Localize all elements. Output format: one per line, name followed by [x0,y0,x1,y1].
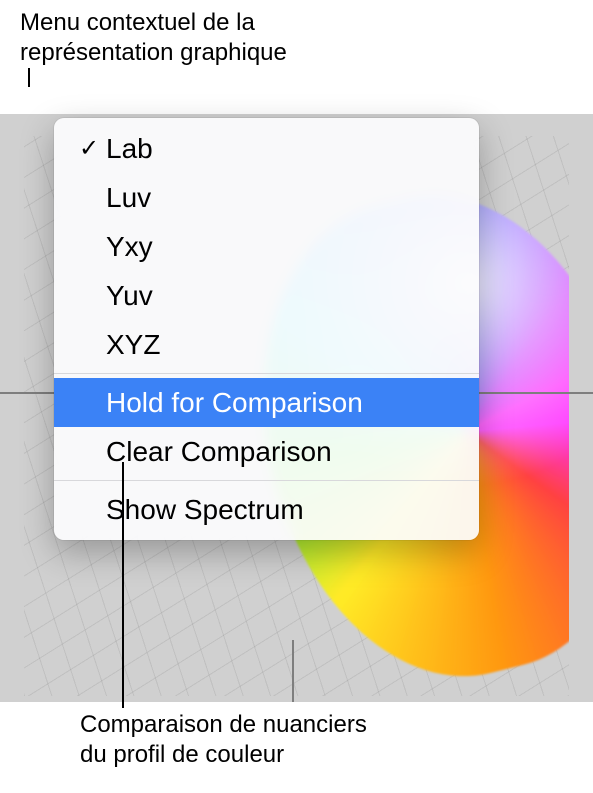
menu-item-label: XYZ [106,329,461,361]
plot-axis-vertical [292,640,294,702]
menu-item-yxy[interactable]: Yxy [54,222,479,271]
menu-item-label: Show Spectrum [106,494,461,526]
menu-separator [54,480,479,481]
menu-item-label: Clear Comparison [106,436,461,468]
menu-item-label: Lab [106,133,461,165]
menu-item-label: Luv [106,182,461,214]
menu-item-label: Hold for Comparison [106,387,461,419]
menu-item-lab[interactable]: ✓ Lab [54,124,479,173]
checkmark-icon: ✓ [72,134,106,163]
callout-top-text: Menu contextuel de lareprésentation grap… [20,9,287,66]
callout-bottom-label: Comparaison de nuanciersdu profil de cou… [80,710,367,770]
callout-bottom-text: Comparaison de nuanciersdu profil de cou… [80,711,367,768]
menu-separator [54,373,479,374]
callout-leader-line [122,462,124,708]
window-titlebar-placeholder [0,87,593,114]
menu-item-yuv[interactable]: Yuv [54,271,479,320]
menu-item-luv[interactable]: Luv [54,173,479,222]
menu-item-label: Yuv [106,280,461,312]
menu-item-show-spectrum[interactable]: Show Spectrum [54,485,479,534]
plot-context-menu: ✓ Lab Luv Yxy Yuv XYZ Hold for Compariso… [54,118,479,540]
callout-top-label: Menu contextuel de lareprésentation grap… [20,8,287,68]
menu-item-hold-for-comparison[interactable]: Hold for Comparison [54,378,479,427]
menu-item-xyz[interactable]: XYZ [54,320,479,369]
menu-item-label: Yxy [106,231,461,263]
menu-item-clear-comparison[interactable]: Clear Comparison [54,427,479,476]
